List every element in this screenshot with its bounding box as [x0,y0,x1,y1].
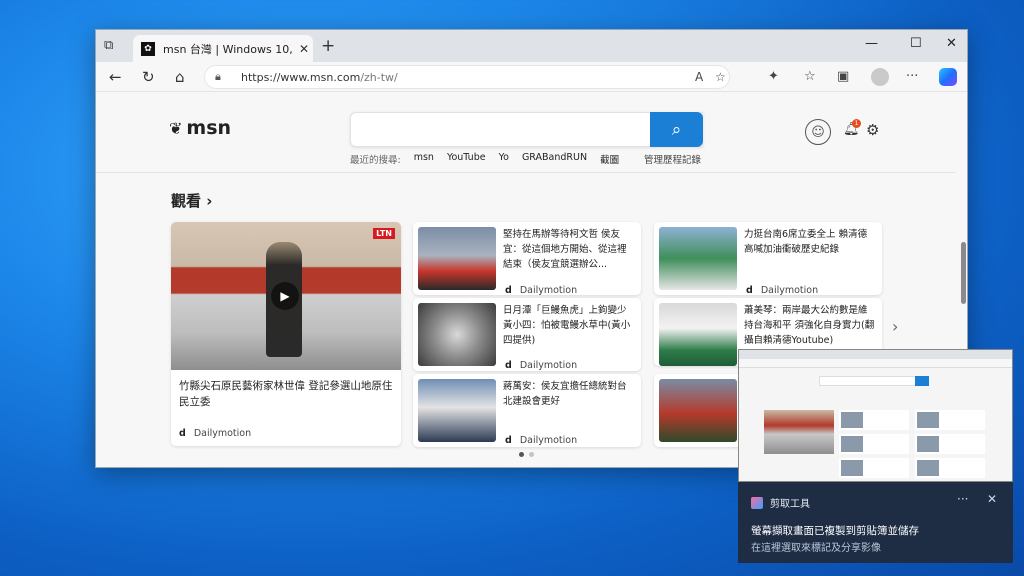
maximize-icon[interactable]: ☐ [910,36,922,51]
close-notification-icon[interactable]: ✕ [987,492,997,506]
lock-icon[interactable]: 🔒︎ [215,70,233,84]
msn-favicon-icon: ✿ [141,41,155,56]
favorite-star-icon[interactable]: ☆ [715,70,726,84]
back-icon[interactable]: ← [109,68,122,86]
dailymotion-icon: d [505,360,512,371]
card-title[interactable]: 蔣萬安：侯友宜擔任總統對台北建設會更好 [503,379,635,409]
dailymotion-icon: d [505,435,512,446]
recent-item[interactable]: YouTube [447,152,486,166]
sign-in-icon[interactable]: ☺ [805,119,831,145]
preview-toolbar [739,359,1012,368]
more-menu-icon[interactable]: ··· [906,69,918,84]
toolbar: ← ↻ ⌂ 🔒︎ https://www.msn.com/zh-tw/ A ☆ … [96,62,967,92]
manage-history-link[interactable]: 管理歷程記錄 [644,152,701,166]
snip-preview-image[interactable] [738,349,1013,482]
card-thumbnail [659,303,737,366]
preview-hero [764,410,834,454]
scrollbar-thumb[interactable] [961,242,966,304]
card-source: d Dailymotion [505,435,578,446]
preview-card [915,410,985,430]
card-title[interactable]: 日月潭「巨鰻魚虎」上鉤變少 黃小四：怕被電鰻水草中(黃小四提供) [503,303,635,348]
carousel-dot[interactable] [519,452,524,457]
msn-butterfly-icon: ❦ [169,118,183,138]
carousel-dots [519,452,534,457]
ltn-badge: LTN [373,228,395,239]
workspaces-icon[interactable]: ⧉ [104,38,120,54]
preview-search-button [915,376,929,386]
hero-source: d Dailymotion [179,428,252,439]
toast-message: 螢幕擷取畫面已複製到剪貼簿並儲存 [751,525,919,537]
section-watch[interactable]: 觀看 › [171,190,212,211]
read-aloud-icon[interactable]: A [695,70,703,84]
next-arrow-icon[interactable]: › [892,317,898,336]
preview-tabbar [739,350,1012,359]
recent-item[interactable]: msn [414,152,434,166]
extensions-icon[interactable]: ✦ [768,69,779,84]
msn-logo[interactable]: ❦ msn [169,117,231,139]
card-thumbnail [418,303,496,366]
hero-thumbnail[interactable]: LTN ▶ [171,222,401,370]
close-window-icon[interactable]: ✕ [946,36,957,51]
card-title[interactable]: 力挺台南6席立委全上 賴清德高喊加油衝破歷史紀錄 [744,227,876,257]
recent-item[interactable]: 截圖 [600,152,619,166]
tab-msn[interactable]: ✿ msn 台灣 | Windows 10, Windows ✕ [133,35,313,62]
favorites-icon[interactable]: ☆ [804,69,816,84]
preview-card [915,458,985,478]
preview-card [839,410,909,430]
profile-avatar[interactable] [871,68,889,86]
card-thumbnail [418,379,496,442]
recent-item[interactable]: Yo [499,152,509,166]
url-text[interactable]: https://www.msn.com/zh-tw/ [241,71,398,84]
recent-item[interactable]: GRABandRUN [522,152,587,166]
preview-card [915,434,985,454]
card-source: d Dailymotion [505,285,578,296]
play-icon[interactable]: ▶ [271,282,299,310]
settings-gear-icon[interactable]: ⚙ [866,121,879,139]
notification-badge: 1 [852,119,861,128]
dailymotion-icon: d [179,428,186,439]
search-icon: ⌕ [671,119,682,140]
carousel-dot[interactable] [529,452,534,457]
card-thumbnail [659,227,737,290]
address-bar[interactable]: 🔒︎ https://www.msn.com/zh-tw/ A ☆ [204,65,730,89]
home-icon[interactable]: ⌂ [175,68,185,86]
recent-searches: 最近的搜尋: msn YouTube Yo GRABandRUN 截圖 管理歷程… [350,152,702,166]
search-button[interactable]: ⌕ [650,112,703,147]
card-thumbnail [418,227,496,290]
snipping-tool-icon [751,496,763,509]
snipping-tool-notification[interactable]: 剪取工具 ··· ✕ 螢幕擷取畫面已複製到剪貼簿並儲存 在這裡選取來標記及分享影… [738,482,1013,563]
tab-title: msn 台灣 | Windows 10, Windows [163,42,293,56]
collections-icon[interactable]: ▣ [837,69,849,84]
card-source: d Dailymotion [746,285,819,296]
preview-card [839,458,909,478]
new-tab-icon[interactable]: + [321,36,335,56]
refresh-icon[interactable]: ↻ [142,68,155,86]
close-tab-icon[interactable]: ✕ [299,42,309,56]
dailymotion-icon: d [746,285,753,296]
preview-search [819,376,927,386]
card-title[interactable]: 堅持在馬辦等待柯文哲 侯友宜：從這個地方開始、從這裡結束（侯友宜競選辦公... [503,227,635,272]
dailymotion-icon: d [505,285,512,296]
card-thumbnail [659,379,737,442]
minimize-icon[interactable]: — [865,36,878,51]
more-options-icon[interactable]: ··· [957,492,968,506]
preview-card [839,434,909,454]
toast-app-header: 剪取工具 [751,495,810,510]
hero-video-card[interactable]: LTN ▶ 竹縣尖石原民藝術家林世偉 登記參選山地原住民立委 d Dailymo… [171,222,401,446]
card-title[interactable]: 蕭美琴：兩岸最大公約數是維持台海和平 須強化自身實力(翻攝自賴清德Youtube… [744,303,876,348]
toast-subtext: 在這裡選取來標記及分享影像 [751,543,881,554]
hero-title[interactable]: 竹縣尖石原民藝術家林世偉 登記參選山地原住民立委 [179,378,393,410]
card-source: d Dailymotion [505,360,578,371]
divider [96,172,956,173]
copilot-icon[interactable] [939,68,957,86]
tab-bar: ⧉ ✿ msn 台灣 | Windows 10, Windows ✕ + — ☐… [96,30,967,62]
